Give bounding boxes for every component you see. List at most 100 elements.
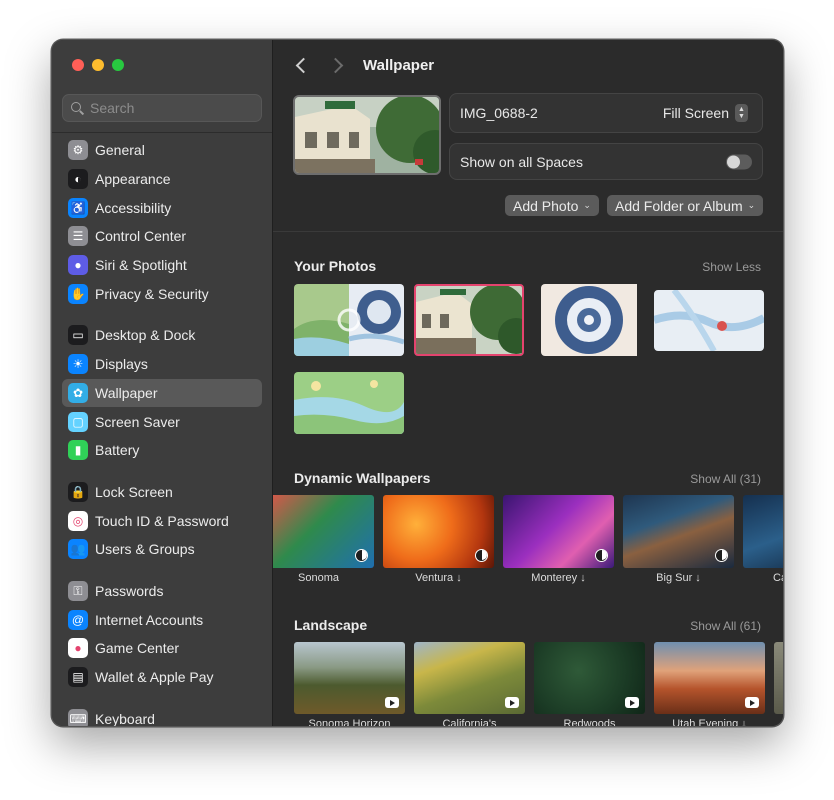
- toolbar: Wallpaper: [273, 40, 783, 92]
- photo-thumbnail[interactable]: [654, 290, 764, 351]
- sidebar-item-displays[interactable]: ☀ Displays: [62, 350, 262, 379]
- battery-icon: ▮: [68, 440, 88, 461]
- sidebar-item-label: Lock Screen: [95, 483, 173, 500]
- sidebar-item-label: Accessibility: [95, 199, 172, 216]
- landscape-show-all-link[interactable]: Show All (61): [690, 619, 761, 633]
- play-icon: [745, 697, 759, 708]
- play-icon: [385, 697, 399, 708]
- landscape-title: Landscape: [294, 617, 368, 633]
- minimize-window-button[interactable]: [92, 59, 104, 71]
- play-icon: [505, 697, 519, 708]
- add-photo-button[interactable]: Add Photo ⌄: [505, 195, 599, 216]
- dynamic-mode-icon: [715, 549, 728, 562]
- sidebar-item-label: Displays: [95, 356, 148, 373]
- dynamic-wallpaper-partial[interactable]: [743, 495, 783, 568]
- landscape-label: California's: [442, 718, 497, 726]
- wallpaper-pane: Wallpaper IMG_0688-2 Fill Screen ▲ ▼ Sho…: [273, 40, 783, 726]
- dynamic-label: Sonoma: [298, 572, 339, 584]
- dynamic-wallpaper-big-sur[interactable]: [623, 495, 734, 568]
- photo-thumbnail[interactable]: [294, 284, 404, 356]
- add-folder-label: Add Folder or Album: [615, 197, 743, 214]
- fingerprint-icon: ◎: [68, 510, 88, 531]
- landscape-utah-evening[interactable]: [654, 642, 765, 714]
- show-less-link[interactable]: Show Less: [702, 260, 761, 274]
- sidebar-item-general[interactable]: ⚙ General: [62, 136, 262, 165]
- sidebar-item-privacy-security[interactable]: ✋ Privacy & Security: [62, 279, 262, 308]
- dynamic-label: Ca: [773, 572, 783, 584]
- sidebar-item-label: Control Center: [95, 228, 187, 245]
- wallpaper-info-row: IMG_0688-2 Fill Screen ▲ ▼: [449, 93, 763, 133]
- sidebar-item-label: Siri & Spotlight: [95, 257, 187, 274]
- current-wallpaper-preview: [293, 95, 441, 175]
- search-icon: [71, 101, 84, 115]
- sun-icon: ☀: [68, 354, 88, 375]
- users-icon: 👥: [68, 539, 88, 560]
- sidebar-item-touch-id-password[interactable]: ◎ Touch ID & Password: [62, 506, 262, 535]
- sidebar-item-lock-screen[interactable]: 🔒 Lock Screen: [62, 478, 262, 507]
- dynamic-wallpaper-sonoma[interactable]: [273, 495, 374, 568]
- dynamic-mode-icon: [475, 549, 488, 562]
- sidebar-item-control-center[interactable]: ☰ Control Center: [62, 222, 262, 251]
- dynamic-label: Monterey ↓: [531, 572, 586, 584]
- gear-icon: ⚙: [68, 140, 88, 161]
- landscape-redwoods[interactable]: [534, 642, 645, 714]
- sidebar-item-wallet-apple-pay[interactable]: ▤ Wallet & Apple Pay: [62, 663, 262, 692]
- all-spaces-toggle[interactable]: [726, 154, 752, 169]
- forward-button[interactable]: [329, 56, 347, 76]
- landscape-label: Redwoods: [563, 718, 616, 726]
- landscape-label: Sonoma Horizon: [308, 718, 391, 726]
- photo-thumbnail[interactable]: [541, 284, 651, 356]
- dynamic-wallpaper-monterey[interactable]: [503, 495, 614, 568]
- photo-thumbnail-selected[interactable]: [414, 284, 524, 356]
- wallpaper-icon: ✿: [68, 382, 88, 403]
- sidebar-item-desktop-dock[interactable]: ▭ Desktop & Dock: [62, 321, 262, 350]
- sidebar-item-label: Keyboard: [95, 710, 155, 727]
- landscape-sonoma-horizon[interactable]: [294, 642, 405, 714]
- sidebar-item-users-groups[interactable]: 👥 Users & Groups: [62, 535, 262, 564]
- sidebar-item-keyboard[interactable]: ⌨ Keyboard: [62, 704, 262, 727]
- dynamic-wallpaper-ventura[interactable]: [383, 495, 494, 568]
- sidebar-item-wallpaper[interactable]: ✿ Wallpaper: [62, 378, 262, 408]
- hand-icon: ✋: [68, 283, 88, 304]
- sidebar-item-appearance[interactable]: ◐ Appearance: [62, 165, 262, 194]
- game-center-icon: ●: [68, 638, 88, 659]
- wallpaper-name: IMG_0688-2: [460, 105, 538, 121]
- dynamic-mode-icon: [595, 549, 608, 562]
- sidebar-item-label: Passwords: [95, 582, 164, 599]
- sidebar-item-label: Screen Saver: [95, 413, 180, 430]
- sidebar-item-screen-saver[interactable]: ▢ Screen Saver: [62, 407, 262, 436]
- sidebar-item-internet-accounts[interactable]: @ Internet Accounts: [62, 605, 262, 634]
- back-button[interactable]: [293, 56, 311, 76]
- keyboard-icon: ⌨: [68, 708, 88, 726]
- landscape-californias[interactable]: [414, 642, 525, 714]
- add-folder-button[interactable]: Add Folder or Album ⌄: [607, 195, 764, 216]
- dynamic-label: Ventura ↓: [415, 572, 462, 584]
- search-input[interactable]: Search: [62, 94, 262, 122]
- zoom-window-button[interactable]: [112, 59, 124, 71]
- photo-thumbnail[interactable]: [294, 372, 404, 434]
- sidebar-item-passwords[interactable]: ⚿ Passwords: [62, 577, 262, 606]
- sidebar-item-game-center[interactable]: ● Game Center: [62, 634, 262, 663]
- sidebar-item-label: Battery: [95, 442, 140, 459]
- dynamic-show-all-link[interactable]: Show All (31): [690, 472, 761, 486]
- close-window-button[interactable]: [72, 59, 84, 71]
- sidebar-item-label: Wallpaper: [95, 384, 158, 401]
- sidebar-item-label: Touch ID & Password: [95, 512, 229, 529]
- sidebar-item-accessibility[interactable]: ♿ Accessibility: [62, 193, 262, 222]
- dock-icon: ▭: [68, 325, 88, 346]
- fit-select-value: Fill Screen: [662, 105, 729, 121]
- landscape-partial[interactable]: [774, 642, 783, 714]
- fit-select[interactable]: Fill Screen ▲ ▼: [663, 104, 748, 122]
- sidebar-item-label: General: [95, 142, 145, 159]
- chevron-down-icon: ⌄: [747, 200, 756, 210]
- sidebar-item-label: Appearance: [95, 171, 171, 188]
- sidebar-item-siri-spotlight[interactable]: ● Siri & Spotlight: [62, 251, 262, 280]
- control-center-icon: ☰: [68, 226, 88, 247]
- lock-icon: 🔒: [68, 481, 88, 502]
- screen-saver-icon: ▢: [68, 411, 88, 432]
- sidebar-item-battery[interactable]: ▮ Battery: [62, 436, 262, 465]
- search-placeholder: Search: [90, 100, 135, 116]
